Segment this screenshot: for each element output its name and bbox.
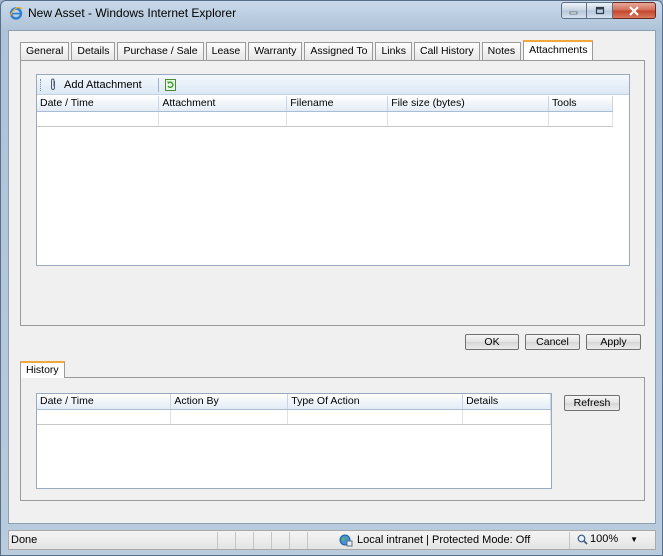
history-grid: Date / Time Action By Type Of Action Det… [36, 393, 552, 489]
tab-history[interactable]: History [20, 361, 65, 378]
ie-icon [9, 6, 23, 20]
status-divider [217, 532, 218, 549]
chevron-down-icon[interactable]: ▼ [630, 535, 638, 544]
tab-assigned-to[interactable]: Assigned To [304, 42, 374, 60]
window-title: New Asset - Windows Internet Explorer [28, 6, 237, 20]
paperclip-icon [51, 78, 55, 91]
table-cell [286, 111, 389, 127]
status-divider [253, 532, 254, 549]
col-details[interactable]: Details [462, 394, 551, 410]
tab-warranty[interactable]: Warranty [248, 42, 303, 60]
col-date-time[interactable]: Date / Time [37, 394, 172, 410]
globe-icon [339, 534, 353, 547]
table-cell [158, 111, 288, 127]
status-bar: Done Local intranet | Protected Mode: Of… [8, 530, 656, 550]
magnifier-icon [577, 534, 588, 545]
zoom-level: 100% [590, 533, 619, 545]
refresh-icon[interactable] [164, 78, 176, 91]
apply-button[interactable]: Apply [586, 334, 641, 350]
tab-attachments[interactable]: Attachments [523, 40, 594, 60]
col-filename[interactable]: Filename [286, 96, 389, 112]
history-table: Date / Time Action By Type Of Action Det… [37, 394, 551, 425]
table-cell [387, 111, 550, 127]
page-content: General Details Purchase / Sale Lease Wa… [8, 30, 656, 524]
add-attachment-button[interactable]: Add Attachment [48, 78, 142, 91]
dialog-buttons: OK Cancel Apply [459, 334, 641, 350]
attachments-panel: Add Attachment Date / Time Attachment Fi… [20, 60, 645, 326]
tab-purchase-sale[interactable]: Purchase / Sale [117, 42, 204, 60]
table-row[interactable] [37, 111, 613, 127]
table-cell [548, 111, 613, 127]
attachments-toolbar: Add Attachment [37, 75, 629, 95]
asset-tabs: General Details Purchase / Sale Lease Wa… [20, 40, 595, 60]
table-cell [287, 409, 464, 425]
status-divider [289, 532, 290, 549]
table-row[interactable] [37, 409, 551, 425]
attachments-grid: Add Attachment Date / Time Attachment Fi… [36, 74, 630, 266]
maximize-button[interactable] [587, 2, 613, 19]
history-panel: Date / Time Action By Type Of Action Det… [20, 377, 645, 501]
col-attachment[interactable]: Attachment [158, 96, 288, 112]
browser-window: New Asset - Windows Internet Explorer Ge… [0, 0, 663, 556]
tab-details[interactable]: Details [71, 42, 116, 60]
toolbar-separator [157, 77, 159, 92]
title-bar[interactable]: New Asset - Windows Internet Explorer [1, 1, 662, 25]
status-divider [271, 532, 272, 549]
status-divider [235, 532, 236, 549]
col-date-time[interactable]: Date / Time [37, 96, 160, 112]
status-divider [569, 532, 570, 549]
window-controls [561, 2, 656, 19]
col-action-by[interactable]: Action By [170, 394, 289, 410]
maximize-icon [595, 6, 604, 15]
add-attachment-label: Add Attachment [64, 78, 142, 91]
tab-call-history[interactable]: Call History [413, 42, 480, 60]
attachments-table: Date / Time Attachment Filename File siz… [37, 96, 613, 127]
status-divider [307, 532, 308, 549]
table-cell [37, 111, 160, 127]
minimize-button[interactable] [561, 2, 587, 19]
table-cell [37, 409, 172, 425]
tab-lease[interactable]: Lease [205, 42, 247, 60]
toolbar-grip[interactable] [40, 78, 42, 91]
col-tools[interactable]: Tools [548, 96, 613, 112]
zoom-control[interactable]: 100% ▼ [577, 533, 638, 545]
zone-label: Local intranet | Protected Mode: Off [357, 534, 531, 546]
col-type-of-action[interactable]: Type Of Action [287, 394, 464, 410]
tab-links[interactable]: Links [375, 42, 412, 60]
table-cell [170, 409, 289, 425]
status-text: Done [11, 534, 38, 546]
table-cell [462, 409, 551, 425]
tab-general[interactable]: General [20, 42, 70, 60]
security-zone[interactable]: Local intranet | Protected Mode: Off [339, 533, 530, 547]
col-file-size[interactable]: File size (bytes) [387, 96, 550, 112]
tab-notes[interactable]: Notes [481, 42, 522, 60]
ok-button[interactable]: OK [465, 334, 519, 350]
cancel-button[interactable]: Cancel [525, 334, 580, 350]
refresh-button[interactable]: Refresh [564, 395, 620, 411]
close-icon [629, 5, 639, 16]
minimize-icon [569, 11, 578, 14]
close-button[interactable] [613, 2, 656, 19]
